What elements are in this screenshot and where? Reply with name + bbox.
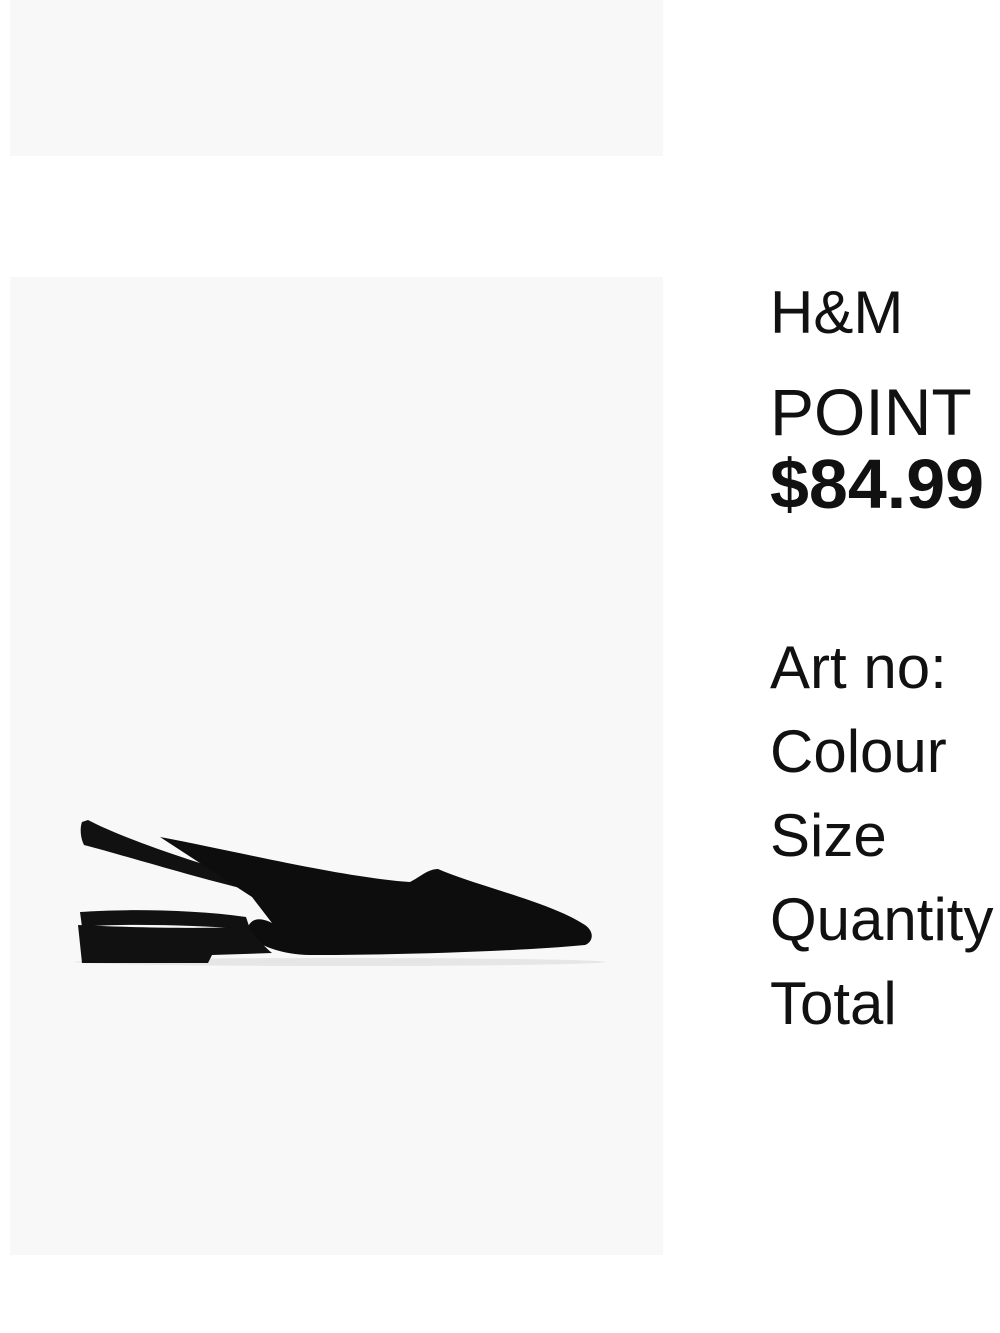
size-label: Size (770, 802, 887, 869)
product-details: Art no: Colour Size Quantity Total (770, 626, 1000, 1046)
total-label: Total (770, 970, 897, 1037)
art-no-label: Art no: (770, 634, 947, 701)
colour-label: Colour (770, 718, 947, 785)
previous-product-image (10, 0, 663, 156)
product-info: H&M POINT $84.99 Art no: Colour Size Qua… (770, 278, 1000, 1046)
brand-name: H&M (770, 279, 904, 346)
quantity-label: Quantity (770, 886, 994, 953)
product-image[interactable] (10, 277, 663, 1255)
slingback-shoe-illustration (75, 820, 605, 966)
product-price: $84.99 (770, 445, 985, 523)
product-name[interactable]: POINT (770, 376, 1000, 448)
